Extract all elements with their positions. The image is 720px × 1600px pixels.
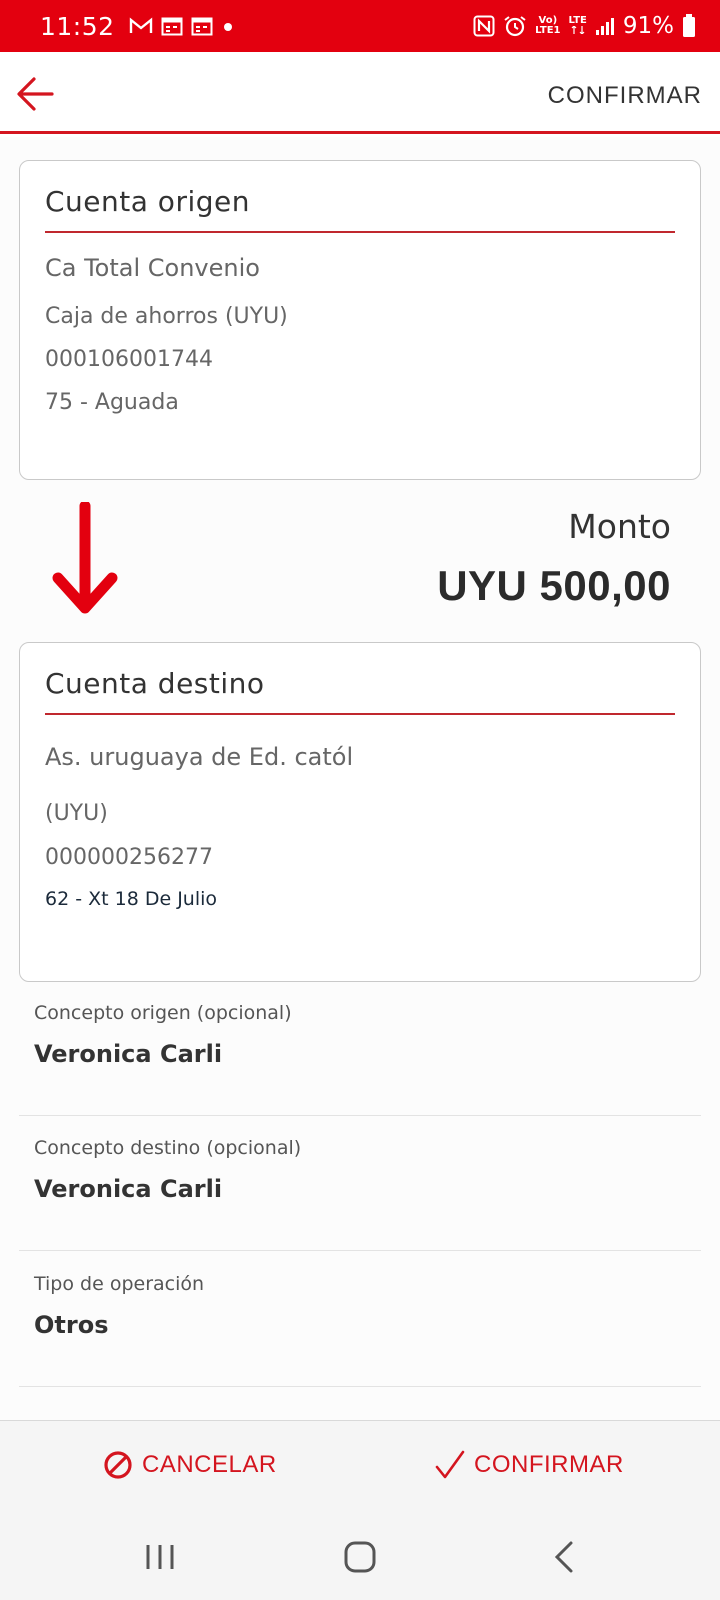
status-bar: 11:52 Vo) LTE1 LTE 91% <box>0 0 720 52</box>
arrow-left-icon <box>17 77 54 111</box>
home-icon <box>344 1541 376 1573</box>
volte-icon: Vo) LTE1 <box>535 15 561 36</box>
origin-account-card: Cuenta origen Ca Total Convenio Caja de … <box>19 160 701 480</box>
cancel-icon <box>104 1451 132 1479</box>
concept-origin-field: Concepto origen (opcional) Veronica Carl… <box>19 982 701 1116</box>
amount-value: UYU 500,00 <box>437 562 671 609</box>
divider <box>45 713 675 715</box>
transfer-summary: Cuenta origen Ca Total Convenio Caja de … <box>0 137 720 1420</box>
origin-account-name: Ca Total Convenio <box>45 254 260 282</box>
back-button[interactable] <box>12 72 60 116</box>
confirm-header-button[interactable]: CONFIRMAR <box>548 82 702 110</box>
confirm-label: CONFIRMAR <box>474 1451 624 1478</box>
home-button[interactable] <box>340 1537 380 1577</box>
signal-icon <box>595 16 615 36</box>
recents-icon <box>146 1545 174 1569</box>
action-bar: CANCELAR CONFIRMAR <box>0 1420 720 1515</box>
calendar-icon <box>191 16 213 36</box>
destination-account-type: (UYU) <box>45 801 108 826</box>
alarm-icon <box>503 15 527 37</box>
destination-account-card: Cuenta destino As. uruguaya de Ed. catól… <box>19 642 701 982</box>
arrow-down-icon <box>52 502 118 614</box>
origin-account-number: 000106001744 <box>45 347 213 372</box>
battery-icon <box>682 14 696 38</box>
confirm-button[interactable]: CONFIRMAR <box>434 1449 624 1481</box>
origin-branch: 75 - Aguada <box>45 390 179 415</box>
field-label: Tipo de operación <box>34 1273 205 1295</box>
status-right-icons: Vo) LTE1 LTE 91% <box>473 13 696 39</box>
field-label: Concepto origen (opcional) <box>34 1002 292 1024</box>
chevron-left-icon <box>554 1541 573 1573</box>
destination-title: Cuenta destino <box>45 667 265 700</box>
battery-percentage: 91% <box>622 13 674 39</box>
system-nav-bar <box>0 1515 720 1600</box>
cancel-label: CANCELAR <box>142 1451 277 1478</box>
status-time: 11:52 <box>40 11 115 41</box>
field-label: Concepto destino (opcional) <box>34 1137 302 1159</box>
destination-account-name: As. uruguaya de Ed. catól <box>45 743 354 771</box>
amount-label: Monto <box>568 507 671 546</box>
nfc-icon <box>473 15 495 37</box>
gmail-icon <box>129 17 153 35</box>
recents-button[interactable] <box>140 1537 180 1577</box>
origin-title: Cuenta origen <box>45 185 250 218</box>
app-bar: CONFIRMAR <box>0 52 720 134</box>
divider <box>45 231 675 233</box>
concept-destination-field: Concepto destino (opcional) Veronica Car… <box>19 1117 701 1251</box>
lte-icon: LTE <box>569 15 587 37</box>
origin-account-type: Caja de ahorros (UYU) <box>45 304 288 329</box>
operation-type-field: Tipo de operación Otros <box>19 1253 701 1387</box>
field-value: Otros <box>34 1311 109 1339</box>
status-left-icons <box>129 16 235 36</box>
destination-branch: 62 - Xt 18 De Julio <box>45 888 218 910</box>
checkmark-icon <box>435 1450 465 1479</box>
calendar-icon <box>161 16 183 36</box>
system-back-button[interactable] <box>545 1537 585 1577</box>
field-value: Veronica Carli <box>34 1175 223 1203</box>
cancel-button[interactable]: CANCELAR <box>102 1449 277 1481</box>
dot-icon <box>221 19 235 33</box>
field-value: Veronica Carli <box>34 1040 223 1068</box>
destination-account-number: 000000256277 <box>45 845 213 870</box>
